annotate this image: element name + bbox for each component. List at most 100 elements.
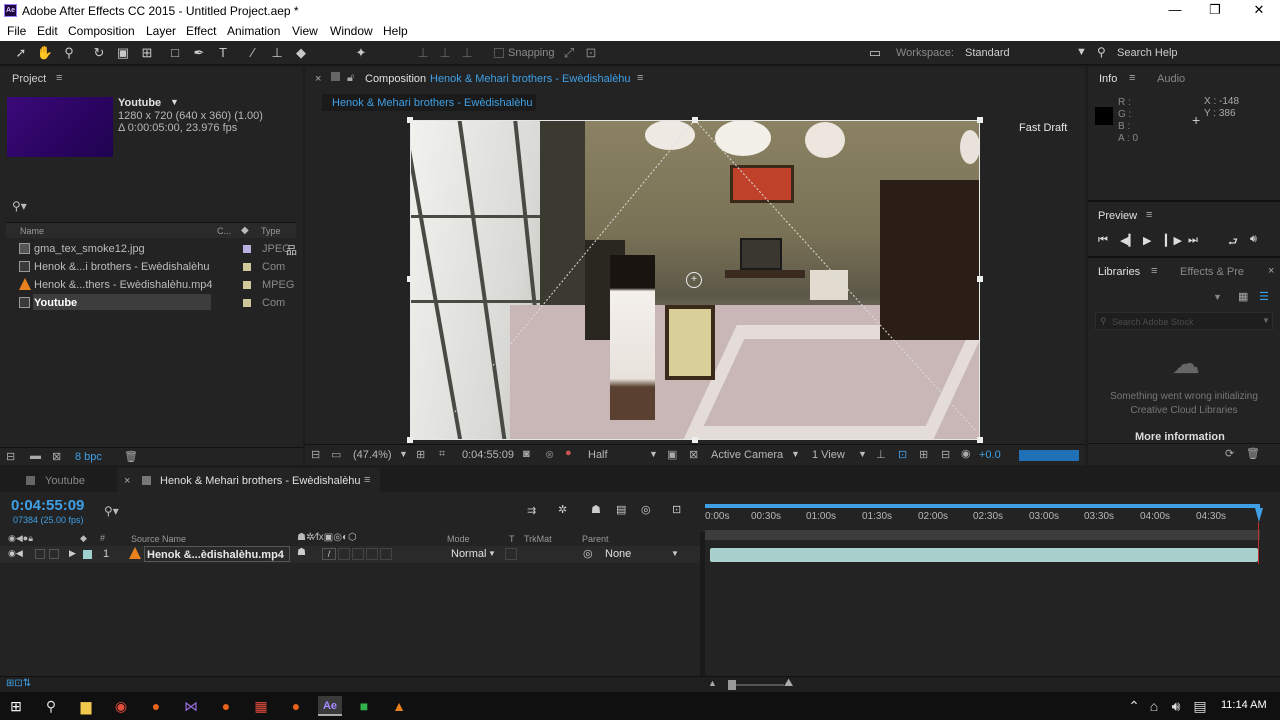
menu-edit[interactable]: Edit: [37, 24, 58, 38]
tab-youtube[interactable]: Youtube: [45, 475, 85, 487]
panel-menu-icon[interactable]: ≡: [1146, 209, 1152, 221]
search-help-input[interactable]: Search Help: [1117, 47, 1178, 59]
motion-blur-icon[interactable]: ◎: [641, 503, 651, 516]
blend-mode-select[interactable]: Normal: [451, 548, 486, 560]
file-explorer-icon[interactable]: ▆: [76, 696, 96, 716]
expand-panes-icon[interactable]: ⊞⊡⇅: [6, 678, 31, 689]
grid-view-icon[interactable]: ▦: [1238, 290, 1248, 303]
chevron-down-icon[interactable]: ▼: [858, 449, 867, 459]
snapping-checkbox[interactable]: [494, 48, 504, 58]
close-icon[interactable]: ×: [1268, 265, 1274, 277]
lock-checkbox[interactable]: [49, 549, 59, 559]
tab-active[interactable]: × Henok & Mehari brothers - Ewèdishalèhu…: [117, 468, 380, 492]
label-swatch[interactable]: [243, 299, 251, 307]
audio-tab[interactable]: Audio: [1157, 73, 1185, 85]
anchor-point-icon[interactable]: +: [686, 272, 702, 288]
rotate-tool-icon[interactable]: ↻: [90, 44, 108, 62]
chevron-down-icon[interactable]: ▼: [1213, 292, 1222, 302]
switch-box[interactable]: [352, 548, 364, 560]
eye-icon[interactable]: ◉◀: [8, 548, 23, 559]
camera-select[interactable]: Active Camera: [711, 449, 783, 461]
list-item[interactable]: Henok &...i brothers - Ewèdishalèhu Com: [0, 258, 303, 276]
zoom-select[interactable]: (47.4%): [353, 449, 392, 461]
label-swatch[interactable]: [243, 263, 251, 271]
puppet-pin-tool-icon[interactable]: ✦: [352, 44, 370, 62]
chevron-down-icon[interactable]: ▼: [1262, 316, 1270, 325]
snap-edges-icon[interactable]: ⤢: [560, 44, 578, 62]
interpret-footage-icon[interactable]: ⊟: [6, 450, 15, 463]
brush-tool-icon[interactable]: ⁄: [244, 44, 262, 62]
app-icon[interactable]: ▦: [251, 696, 271, 716]
trash-icon[interactable]: 🗑: [124, 450, 138, 463]
switches-icons[interactable]: ☗✲⁄fx▣◎◐⬡: [297, 532, 357, 543]
reset-exposure-icon[interactable]: ◉: [961, 447, 971, 460]
current-time-display[interactable]: 0:04:55:09: [462, 449, 514, 461]
snap-grid-icon[interactable]: ⊡: [582, 44, 600, 62]
label-swatch[interactable]: [243, 245, 251, 253]
chevron-down-icon[interactable]: ▼: [399, 449, 408, 459]
transform-handle[interactable]: [977, 117, 983, 123]
layer-duration-bar[interactable]: [710, 548, 1258, 562]
transform-handle[interactable]: [407, 117, 413, 123]
list-item[interactable]: Youtube Com: [0, 294, 303, 312]
label-swatch[interactable]: [83, 550, 92, 559]
visual-studio-icon[interactable]: ⋈: [181, 696, 201, 716]
network-icon[interactable]: ⌂: [1144, 696, 1164, 716]
timeline-icon[interactable]: ⊞: [919, 448, 928, 461]
exposure-value[interactable]: +0.0: [979, 449, 1001, 461]
search-icon[interactable]: ⚲: [41, 696, 61, 716]
transform-handle[interactable]: [407, 437, 413, 443]
selected-item-name[interactable]: Youtube: [118, 97, 161, 109]
snapshot-icon[interactable]: ◙: [523, 448, 530, 460]
clone-stamp-tool-icon[interactable]: ⊥: [268, 44, 286, 62]
chevron-down-icon[interactable]: ▼: [170, 97, 179, 107]
expand-triangle-icon[interactable]: ▶: [69, 548, 76, 559]
rectangle-tool-icon[interactable]: □: [166, 44, 184, 62]
draft-3d-icon[interactable]: ✲: [558, 503, 567, 516]
preserve-transparency-checkbox[interactable]: [505, 548, 517, 560]
pixel-aspect-icon[interactable]: ⊥: [876, 448, 886, 461]
work-area-bar[interactable]: [705, 504, 1260, 508]
menu-file[interactable]: File: [7, 24, 26, 38]
last-frame-icon[interactable]: ⏭: [1188, 234, 1198, 247]
audio-icon[interactable]: 🔊︎: [1250, 233, 1257, 246]
solo-checkbox[interactable]: [35, 549, 45, 559]
trash-icon[interactable]: 🗑: [1246, 447, 1260, 460]
menu-animation[interactable]: Animation: [227, 24, 280, 38]
monitor-icon[interactable]: ▭: [331, 448, 341, 461]
transform-handle[interactable]: [977, 437, 983, 443]
menu-help[interactable]: Help: [383, 24, 408, 38]
channel-icon[interactable]: ●: [565, 447, 572, 459]
panel-menu-icon[interactable]: ≡: [1151, 265, 1157, 277]
list-view-icon[interactable]: ☰: [1259, 290, 1269, 303]
composition-tab-label[interactable]: Composition: [365, 73, 426, 85]
firefox-icon[interactable]: ●: [286, 696, 306, 716]
zoom-out-icon[interactable]: ▲: [708, 678, 717, 688]
workspace-select[interactable]: Standard: [965, 47, 1010, 59]
preview-ram-icon[interactable]: ⊟: [311, 448, 320, 461]
library-search-input[interactable]: ⚲ Search Adobe Stock ▼: [1095, 312, 1273, 330]
new-composition-icon[interactable]: ⊠: [52, 450, 61, 463]
label-column-header[interactable]: C...: [217, 226, 231, 236]
view-layout-select[interactable]: 1 View: [812, 449, 845, 461]
chevron-up-icon[interactable]: ⌃: [1124, 696, 1144, 716]
fit-icon[interactable]: ⊞: [416, 448, 425, 461]
panel-menu-icon[interactable]: ≡: [364, 474, 370, 486]
search-icon[interactable]: ⚲▾: [12, 199, 27, 213]
menu-view[interactable]: View: [292, 24, 318, 38]
flowchart-icon[interactable]: 品: [286, 242, 297, 258]
composition-tab-name[interactable]: Henok & Mehari brothers - Ewèdishalèhu: [430, 73, 631, 85]
maximize-icon[interactable]: ❐: [1192, 0, 1238, 21]
chrome-icon[interactable]: ◉: [111, 696, 131, 716]
loop-icon[interactable]: ⮐: [1228, 233, 1238, 252]
menu-effect[interactable]: Effect: [186, 24, 216, 38]
close-icon[interactable]: ✕: [1236, 0, 1280, 21]
clock[interactable]: 11:14 AM: [1221, 699, 1267, 711]
timeline-current-time[interactable]: 0:04:55:09: [11, 497, 84, 514]
hand-tool-icon[interactable]: ✋: [36, 44, 54, 62]
shy-switch-icon[interactable]: ☗: [297, 547, 306, 558]
pick-whip-icon[interactable]: ◎: [583, 547, 593, 560]
switch-box[interactable]: [338, 548, 350, 560]
transform-handle[interactable]: [407, 276, 413, 282]
info-tab[interactable]: Info: [1099, 73, 1117, 85]
